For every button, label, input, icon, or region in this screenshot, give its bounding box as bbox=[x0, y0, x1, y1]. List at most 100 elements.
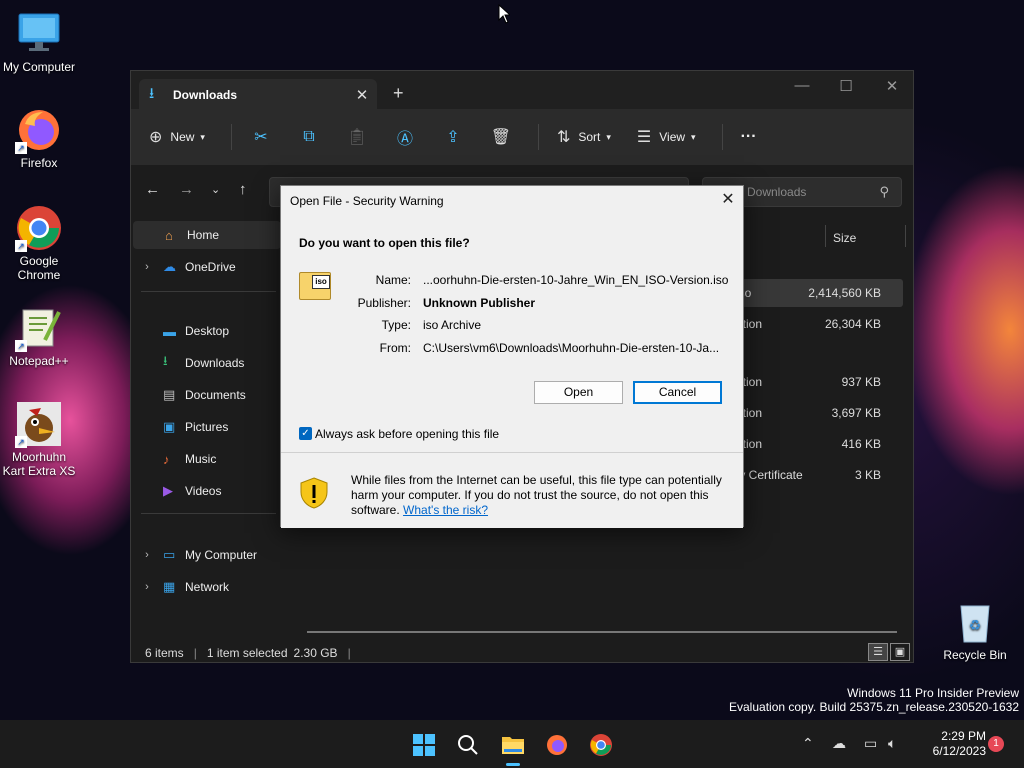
chevron-right-icon[interactable]: › bbox=[131, 549, 163, 561]
sidebar-item-videos[interactable]: ▶ Videos bbox=[131, 477, 281, 505]
column-divider bbox=[825, 225, 826, 247]
desktop-icon-recycle-bin[interactable]: ♻ Recycle Bin bbox=[937, 598, 1013, 662]
shortcut-arrow-icon: ↗ bbox=[15, 240, 27, 252]
video-icon: ▶ bbox=[163, 483, 173, 498]
sidebar-item-label: Downloads bbox=[185, 356, 245, 370]
paste-button[interactable]: 📋︎ bbox=[346, 127, 368, 147]
details-view-button[interactable]: ☰ bbox=[868, 643, 888, 661]
up-button[interactable]: ↑ bbox=[239, 181, 247, 198]
delete-button[interactable]: 🗑︎ bbox=[490, 127, 512, 147]
firefox-icon: ↗ bbox=[15, 106, 63, 154]
chevron-down-icon: ▾ bbox=[200, 131, 205, 142]
whats-the-risk-link[interactable]: What's the risk? bbox=[403, 503, 488, 517]
search-icon bbox=[458, 735, 478, 755]
volume-icon[interactable]: 🔈︎ bbox=[888, 735, 896, 752]
sidebar-item-label: My Computer bbox=[185, 548, 258, 562]
sidebar-item-network[interactable]: › ▦ Network bbox=[131, 573, 281, 601]
sidebar-divider bbox=[141, 291, 276, 292]
more-options-button[interactable]: ··· bbox=[741, 128, 757, 146]
monitor-icon bbox=[15, 10, 63, 58]
sidebar-item-documents[interactable]: ▤ Documents bbox=[131, 381, 281, 409]
row-size: 3 KB bbox=[854, 468, 881, 482]
dialog-close-button[interactable]: ✕ bbox=[713, 186, 743, 214]
close-window-button[interactable]: ✕ bbox=[869, 77, 915, 95]
cancel-button[interactable]: Cancel bbox=[633, 381, 722, 404]
recent-locations-button[interactable]: ⌄ bbox=[211, 183, 220, 196]
horizontal-scrollbar[interactable] bbox=[307, 631, 897, 633]
view-label: View bbox=[659, 130, 686, 144]
sidebar-item-label: Network bbox=[185, 580, 230, 594]
desktop-icon-my-computer[interactable]: My Computer bbox=[1, 10, 77, 74]
sort-icon: ⇅ bbox=[556, 129, 571, 146]
evaluation-watermark: Windows 11 Pro Insider Preview Evaluatio… bbox=[729, 686, 1019, 714]
forward-button[interactable]: → bbox=[179, 181, 194, 198]
column-header-size[interactable]: Size bbox=[833, 231, 856, 245]
status-bar: 6 items | 1 item selected 2.30 GB | bbox=[145, 646, 351, 660]
sort-button[interactable]: ⇅ Sort ▾ bbox=[557, 127, 611, 147]
cut-button[interactable]: ✂ bbox=[250, 127, 272, 147]
sidebar-item-label: Videos bbox=[185, 484, 222, 498]
chevron-right-icon[interactable]: › bbox=[131, 261, 163, 273]
sidebar-item-downloads[interactable]: ⭳ Downloads bbox=[131, 349, 281, 377]
status-selected-size: 2.30 GB bbox=[293, 646, 338, 660]
status-selected: 1 item selected bbox=[206, 646, 288, 660]
tab-close-icon[interactable]: ✕ bbox=[347, 86, 377, 104]
firefox-icon bbox=[547, 735, 567, 755]
sidebar-item-onedrive[interactable]: › ☁ OneDrive bbox=[131, 253, 281, 281]
publisher-label: Publisher: bbox=[357, 296, 411, 310]
rename-button[interactable]: Ⓐ bbox=[394, 125, 416, 149]
music-icon: ♪ bbox=[163, 451, 170, 467]
chevron-right-icon[interactable]: › bbox=[131, 581, 163, 593]
start-button[interactable] bbox=[407, 728, 441, 762]
tiles-view-button[interactable]: ▣ bbox=[890, 643, 910, 661]
desktop-icon-label: Recycle Bin bbox=[943, 648, 1007, 662]
open-button[interactable]: Open bbox=[534, 381, 623, 404]
search-placeholder: Downloads bbox=[747, 185, 807, 199]
search-button[interactable] bbox=[451, 728, 485, 762]
new-tab-button[interactable]: + bbox=[393, 83, 404, 104]
clock-date: 6/12/2023 bbox=[932, 744, 986, 758]
desktop-icon-notepadpp[interactable]: ↗ Notepad++ bbox=[1, 304, 77, 368]
notification-badge[interactable]: 1 bbox=[988, 736, 1004, 752]
navigation-pane: ⌂ Home › ☁ OneDrive ▬ Desktop ⭳ Download… bbox=[131, 217, 281, 642]
new-button[interactable]: ⊕ New ▾ bbox=[149, 127, 205, 147]
taskbar-chrome[interactable] bbox=[584, 728, 618, 762]
always-ask-label[interactable]: Always ask before opening this file bbox=[315, 427, 499, 441]
sidebar-item-home[interactable]: ⌂ Home bbox=[133, 221, 281, 249]
search-icon: ⚲ bbox=[879, 184, 889, 199]
sidebar-item-music[interactable]: ♪ Music bbox=[131, 445, 281, 473]
monitor-icon: ▭ bbox=[163, 547, 176, 562]
system-clock[interactable]: 2:29 PM 6/12/2023 bbox=[912, 729, 986, 759]
mouse-cursor-icon bbox=[498, 4, 510, 24]
desktop-icon-firefox[interactable]: ↗ Firefox bbox=[1, 106, 77, 170]
title-bar: ⭳ Downloads ✕ + — ☐ ✕ bbox=[131, 71, 915, 111]
cloud-offline-icon[interactable]: ☁ bbox=[832, 735, 846, 752]
from-value: C:\Users\vm6\Downloads\Moorhuhn-Die-erst… bbox=[423, 341, 720, 355]
share-button[interactable]: ⇪ bbox=[442, 127, 464, 147]
desktop-icon-moorhuhn-kart[interactable]: ↗ Moorhuhn Kart Extra XS bbox=[1, 400, 77, 478]
view-button[interactable]: ☰ View ▾ bbox=[637, 127, 696, 147]
sidebar-item-my-computer[interactable]: › ▭ My Computer bbox=[131, 541, 281, 569]
always-ask-checkbox[interactable]: ✓ bbox=[299, 427, 312, 440]
command-bar: ⊕ New ▾ ✂ ⧉ 📋︎ Ⓐ ⇪ 🗑︎ ⇅ Sort ▾ ☰ View ▾ … bbox=[131, 109, 913, 165]
sidebar-item-label: Pictures bbox=[185, 420, 229, 434]
sidebar-item-desktop[interactable]: ▬ Desktop bbox=[131, 317, 281, 345]
back-button[interactable]: ← bbox=[145, 181, 160, 198]
taskbar-firefox[interactable] bbox=[540, 728, 574, 762]
tab-downloads[interactable]: ⭳ Downloads ✕ bbox=[139, 79, 377, 111]
row-size: 2,414,560 KB bbox=[808, 286, 881, 300]
network-icon[interactable]: ▭ bbox=[864, 735, 877, 752]
row-size: 26,304 KB bbox=[824, 317, 881, 331]
desktop-icon-google-chrome[interactable]: ↗ Google Chrome bbox=[1, 204, 77, 282]
download-icon: ⭳ bbox=[163, 353, 168, 368]
shortcut-arrow-icon: ↗ bbox=[15, 436, 27, 448]
copy-button[interactable]: ⧉ bbox=[298, 128, 320, 146]
sidebar-item-pictures[interactable]: ▣ Pictures bbox=[131, 413, 281, 441]
maximize-button[interactable]: ☐ bbox=[823, 77, 869, 95]
taskbar-file-explorer[interactable] bbox=[496, 728, 530, 766]
chevron-down-icon: ▾ bbox=[691, 131, 696, 142]
sidebar-item-label: Music bbox=[185, 452, 217, 466]
chrome-icon bbox=[590, 734, 612, 756]
minimize-button[interactable]: — bbox=[779, 77, 825, 94]
show-hidden-icons-button[interactable]: ⌃ bbox=[802, 735, 814, 752]
